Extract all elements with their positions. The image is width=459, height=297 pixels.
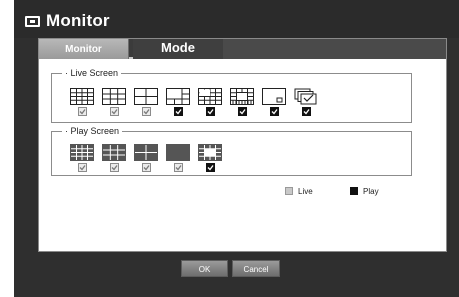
live-layout-checkbox[interactable]	[205, 107, 215, 116]
legend-live-label: Live	[298, 187, 313, 196]
tab-strip: Monitor Mode	[39, 39, 446, 59]
pip-icon	[262, 88, 286, 105]
play-layout-checkbox[interactable]	[173, 163, 183, 172]
tab-mode[interactable]: Mode	[133, 39, 223, 59]
window-title: Monitor	[46, 11, 110, 30]
play-layout-option[interactable]	[70, 144, 94, 172]
legend-live: Live	[285, 187, 313, 196]
legend-play: Play	[350, 187, 379, 196]
monitor-icon	[25, 16, 40, 27]
ok-button[interactable]: OK	[181, 260, 228, 277]
sequence-icon	[294, 88, 317, 105]
live-layout-option[interactable]	[102, 88, 126, 116]
split-16-icon	[70, 144, 94, 161]
live-layout-checkbox[interactable]	[173, 107, 183, 116]
play-screen-label: Play Screen	[70, 126, 120, 136]
play-layout-option[interactable]	[102, 144, 126, 172]
play-layout-option[interactable]	[166, 144, 190, 172]
tab-strip-fill	[223, 39, 446, 59]
live-layout-option[interactable]	[262, 88, 286, 116]
single-icon	[166, 144, 190, 161]
play-layout-option[interactable]	[198, 144, 222, 172]
play-layout-checkbox[interactable]	[77, 163, 87, 172]
legend-play-swatch	[350, 187, 358, 195]
live-layout-option[interactable]	[166, 88, 190, 116]
live-layout-checkbox[interactable]	[269, 107, 279, 116]
settings-panel: Monitor Mode · Live Screen · Play Screen…	[38, 38, 447, 252]
legend-play-label: Play	[363, 187, 379, 196]
live-layout-option[interactable]	[294, 88, 318, 116]
split-16-icon	[70, 88, 94, 105]
live-layout-checkbox[interactable]	[237, 107, 247, 116]
live-layout-option[interactable]	[230, 88, 254, 116]
play-layout-checkbox[interactable]	[109, 163, 119, 172]
live-screen-label: Live Screen	[70, 68, 119, 78]
play-screen-legend: · Play Screen	[65, 126, 120, 136]
play-screen-group: · Play Screen	[51, 127, 412, 176]
play-layout-checkbox[interactable]	[141, 163, 151, 172]
split-6-icon	[166, 88, 190, 105]
live-layout-checkbox[interactable]	[301, 107, 311, 116]
tab-monitor[interactable]: Monitor	[39, 39, 129, 59]
live-screen-legend: · Live Screen	[65, 68, 119, 78]
monitor-window: Monitor Monitor Mode · Live Screen · Pla…	[14, 0, 459, 297]
play-layout-option[interactable]	[134, 144, 158, 172]
legend-live-swatch	[285, 187, 293, 195]
play-layout-checkbox[interactable]	[205, 163, 215, 172]
live-layout-option[interactable]	[134, 88, 158, 116]
split-9-icon	[102, 144, 126, 161]
live-layout-checkbox[interactable]	[77, 107, 87, 116]
split-13-icon	[198, 144, 222, 161]
title-bar: Monitor	[14, 0, 459, 38]
live-layout-checkbox[interactable]	[141, 107, 151, 116]
live-layout-option[interactable]	[198, 88, 222, 116]
split-4-icon	[134, 144, 158, 161]
live-layout-option[interactable]	[70, 88, 94, 116]
split-13-icon	[230, 88, 254, 105]
live-screen-group: · Live Screen	[51, 69, 412, 123]
split-4-icon	[134, 88, 158, 105]
split-8-icon	[198, 88, 222, 105]
cancel-button[interactable]: Cancel	[232, 260, 280, 277]
split-9-icon	[102, 88, 126, 105]
live-layout-checkbox[interactable]	[109, 107, 119, 116]
